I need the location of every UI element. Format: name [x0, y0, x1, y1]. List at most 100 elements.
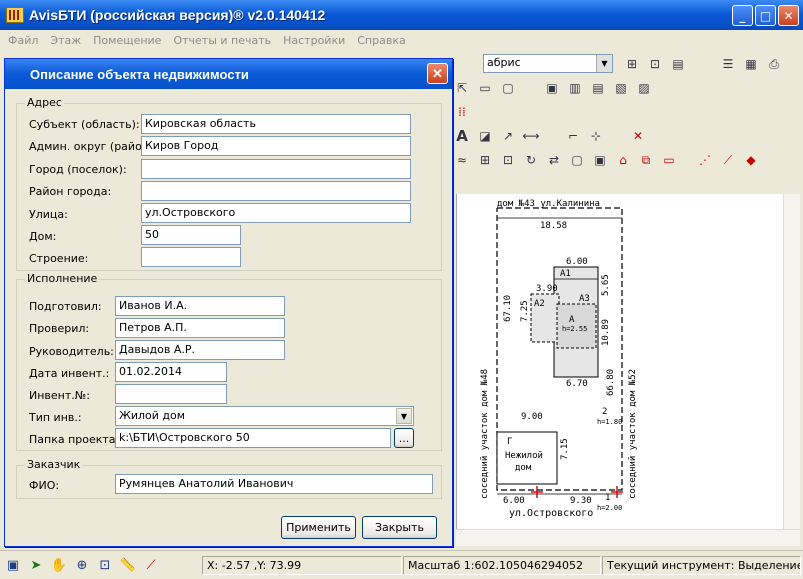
measure-line-icon[interactable]: ⟋: [141, 555, 161, 575]
menu-help[interactable]: Справка: [351, 34, 411, 47]
menu-file[interactable]: Файл: [2, 34, 44, 47]
zoom-icon[interactable]: ⊕: [72, 555, 92, 575]
group-icon[interactable]: ⊡: [498, 151, 518, 169]
frame-icon[interactable]: ⊞: [475, 151, 495, 169]
square-icon[interactable]: ▢: [498, 79, 518, 97]
window-icon[interactable]: ⧉: [636, 151, 656, 169]
rect-icon[interactable]: ▭: [475, 79, 495, 97]
project-folder-input[interactable]: k:\БТИ\Островского 50: [115, 428, 391, 448]
dimension-icon[interactable]: ⟷: [521, 127, 541, 145]
zoom-window-icon[interactable]: ⊡: [95, 555, 115, 575]
room-g: Г: [507, 437, 512, 447]
ruler-icon[interactable]: 📏: [118, 555, 138, 575]
hand-icon[interactable]: ✋: [49, 555, 69, 575]
toolbar-row-1: ⊞ ⊡ ▤ ☰ ▦ ⎙: [622, 52, 784, 76]
flip-icon[interactable]: ⇄: [544, 151, 564, 169]
dim-nz-top: 9.00: [521, 412, 543, 422]
layer-select-value: абрис: [487, 56, 521, 69]
address-group: Адрес Субъект (область): Кировская облас…: [16, 96, 442, 271]
building-input[interactable]: [141, 247, 241, 267]
app-title-bar: AvisБТИ (российская версия)® v2.0.140412…: [0, 0, 803, 30]
tool-a-icon[interactable]: ▣: [542, 79, 562, 97]
tool-c-icon[interactable]: ▤: [588, 79, 608, 97]
add-point-icon[interactable]: ⊞: [622, 55, 642, 73]
checked-input[interactable]: Петров А.П.: [115, 318, 285, 338]
print-icon[interactable]: ⎙: [764, 55, 784, 73]
close-window-button[interactable]: ✕: [778, 5, 799, 26]
tool-b-icon[interactable]: ▥: [565, 79, 585, 97]
menu-room[interactable]: Помещение: [87, 34, 167, 47]
inv-date-label: Дата инвент.:: [29, 367, 110, 380]
street-input[interactable]: ул.Островского: [141, 203, 411, 223]
browse-folder-button[interactable]: ...: [394, 428, 414, 448]
status-coords: X: -2.57 ,Y: 73.99: [202, 556, 402, 575]
dim-room-bottom: 6.70: [566, 379, 588, 389]
fill-icon[interactable]: ◪: [475, 127, 495, 145]
region-input[interactable]: Кировская область: [141, 114, 411, 134]
district-input[interactable]: Киров Город: [141, 136, 411, 156]
menu-reports[interactable]: Отчеты и печать: [167, 34, 277, 47]
dim-room-v: 7.25: [520, 300, 530, 322]
label-icon[interactable]: ▤: [668, 55, 688, 73]
line-icon[interactable]: ⟋: [718, 151, 738, 169]
customer-group: Заказчик ФИО: Румянцев Анатолий Иванович: [16, 458, 442, 499]
list-icon[interactable]: ☰: [718, 55, 738, 73]
house-icon[interactable]: ⌂: [613, 151, 633, 169]
tool-e-icon[interactable]: ▨: [634, 79, 654, 97]
text-icon[interactable]: A: [452, 127, 472, 145]
inv-type-value: Жилой дом: [119, 409, 186, 422]
house-input[interactable]: 50: [141, 225, 241, 245]
tool-d-icon[interactable]: ▧: [611, 79, 631, 97]
fio-input[interactable]: Румянцев Анатолий Иванович: [115, 474, 433, 494]
rotate-icon[interactable]: ↻: [521, 151, 541, 169]
close-button[interactable]: Закрыть: [362, 516, 437, 539]
menu-settings[interactable]: Настройки: [277, 34, 351, 47]
property-description-dialog: Описание объекта недвижимости ✕ Адрес Су…: [4, 58, 453, 547]
room-a2: А2: [534, 299, 545, 309]
inv-type-select[interactable]: Жилой дом ▼: [115, 406, 414, 426]
save-icon[interactable]: ▣: [3, 555, 23, 575]
apply-button[interactable]: Применить: [281, 516, 356, 539]
city-input[interactable]: [141, 159, 411, 179]
customer-legend: Заказчик: [25, 458, 83, 471]
measure-icon[interactable]: ⋰: [695, 151, 715, 169]
inv-date-input[interactable]: 01.02.2014: [115, 362, 227, 382]
room-a: А: [569, 315, 575, 325]
dim-h200: h=2.00: [597, 504, 622, 512]
add-node-icon[interactable]: ⊡: [645, 55, 665, 73]
maximize-button[interactable]: □: [755, 5, 776, 26]
layer-select[interactable]: абрис ▼: [483, 54, 613, 73]
chevron-down-icon[interactable]: ▼: [596, 55, 612, 72]
manager-input[interactable]: Давыдов А.Р.: [115, 340, 285, 360]
prepared-input[interactable]: Иванов И.А.: [115, 296, 285, 316]
toolbar-row-2: ⇱ ▭ ▢ ▣ ▥ ▤ ▧ ▨: [452, 76, 654, 100]
vertical-scrollbar[interactable]: [783, 194, 800, 529]
dots-grid-icon[interactable]: ⁞⁞: [452, 103, 472, 121]
cursor-icon[interactable]: ➤: [26, 555, 46, 575]
grid-icon[interactable]: ▦: [741, 55, 761, 73]
manager-label: Руководитель:: [29, 345, 114, 358]
fio-label: ФИО:: [29, 479, 60, 492]
add-vertex-icon[interactable]: ⊹: [586, 127, 606, 145]
horizontal-scrollbar[interactable]: [456, 529, 800, 546]
door-icon[interactable]: ▭: [659, 151, 679, 169]
image-icon[interactable]: ▣: [590, 151, 610, 169]
inv-no-input[interactable]: [115, 384, 227, 404]
polyline-icon[interactable]: ⌐: [563, 127, 583, 145]
city-label: Город (поселок):: [29, 163, 127, 176]
minimize-button[interactable]: _: [732, 5, 753, 26]
select-icon[interactable]: ⇱: [452, 79, 472, 97]
delete-icon[interactable]: ✕: [628, 127, 648, 145]
drawing-canvas[interactable]: дом №43 ул.Калинина 18.58 6.00 3.90 А1 А…: [456, 194, 783, 529]
city-district-input[interactable]: [141, 181, 411, 201]
chevron-down-icon[interactable]: ▼: [396, 408, 412, 424]
dim-room-h1: 5.65: [601, 274, 611, 296]
wave-icon[interactable]: ≈: [452, 151, 472, 169]
eraser-icon[interactable]: ◆: [741, 151, 761, 169]
box-icon[interactable]: ▢: [567, 151, 587, 169]
dialog-close-button[interactable]: ✕: [427, 63, 448, 84]
menu-floor[interactable]: Этаж: [44, 34, 87, 47]
arrow-icon[interactable]: ↗: [498, 127, 518, 145]
execution-group: Исполнение Подготовил: Иванов И.А. Прове…: [16, 272, 442, 451]
corner-2: 2: [602, 407, 607, 417]
